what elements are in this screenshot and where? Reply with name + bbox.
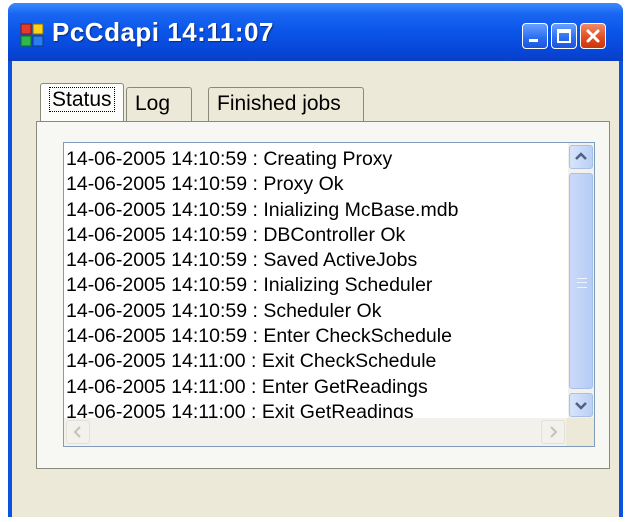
window-title: PcCdapi 14:11:07 [52, 17, 274, 47]
log-line[interactable]: 14-06-2005 14:11:00 : Enter GetReadings [66, 375, 556, 400]
log-line[interactable]: 14-06-2005 14:10:59 : Inializing McBase.… [66, 198, 556, 223]
close-icon [586, 29, 600, 43]
status-tab-panel: 14-06-2005 14:10:59 : Creating Proxy 14-… [36, 121, 610, 469]
close-button[interactable] [580, 23, 606, 49]
scroll-grip-icon [577, 278, 587, 288]
tab-status[interactable]: Status [40, 83, 124, 121]
scroll-left-button[interactable] [66, 420, 90, 444]
tab-label: Finished jobs [217, 92, 341, 115]
tab-finished-jobs[interactable]: Finished jobs [208, 87, 364, 121]
app-window: PcCdapi 14:11:07 Status Log Finished job [8, 3, 623, 517]
scroll-down-button[interactable] [569, 393, 593, 417]
log-line[interactable]: 14-06-2005 14:10:59 : Scheduler Ok [66, 299, 556, 324]
app-grid-icon[interactable] [20, 23, 44, 47]
scroll-up-button[interactable] [569, 145, 593, 169]
scroll-right-button[interactable] [541, 420, 565, 444]
tab-label: Status [49, 87, 115, 112]
minimize-button[interactable] [522, 23, 548, 49]
log-line[interactable]: 14-06-2005 14:10:59 : Proxy Ok [66, 172, 556, 197]
tab-log[interactable]: Log [126, 87, 192, 121]
log-line[interactable]: 14-06-2005 14:10:59 : Inializing Schedul… [66, 273, 556, 298]
horizontal-scrollbar[interactable] [64, 418, 568, 446]
chevron-down-icon [575, 402, 587, 410]
title-bar[interactable]: PcCdapi 14:11:07 [8, 3, 623, 61]
status-log-listbox[interactable]: 14-06-2005 14:10:59 : Creating Proxy 14-… [63, 142, 595, 447]
window-client-area: Status Log Finished jobs 14-06-2005 14:1… [12, 61, 619, 517]
log-line[interactable]: 14-06-2005 14:10:59 : DBController Ok [66, 223, 556, 248]
tab-label: Log [135, 92, 171, 115]
log-line[interactable]: 14-06-2005 14:10:59 : Creating Proxy [66, 147, 556, 172]
chevron-up-icon [575, 152, 587, 160]
log-line[interactable]: 14-06-2005 14:10:59 : Saved ActiveJobs [66, 248, 556, 273]
vertical-scroll-thumb[interactable] [569, 173, 593, 389]
vertical-scrollbar[interactable] [568, 143, 594, 419]
chevron-left-icon [73, 426, 81, 438]
scrollbar-corner [566, 418, 594, 446]
log-lines: 14-06-2005 14:10:59 : Creating Proxy 14-… [66, 147, 556, 425]
chevron-right-icon [550, 426, 558, 438]
minimize-icon [529, 39, 538, 42]
log-line[interactable]: 14-06-2005 14:10:59 : Enter CheckSchedul… [66, 324, 556, 349]
log-line[interactable]: 14-06-2005 14:11:00 : Exit CheckSchedule [66, 349, 556, 374]
maximize-icon [557, 29, 571, 43]
maximize-button[interactable] [551, 23, 577, 49]
